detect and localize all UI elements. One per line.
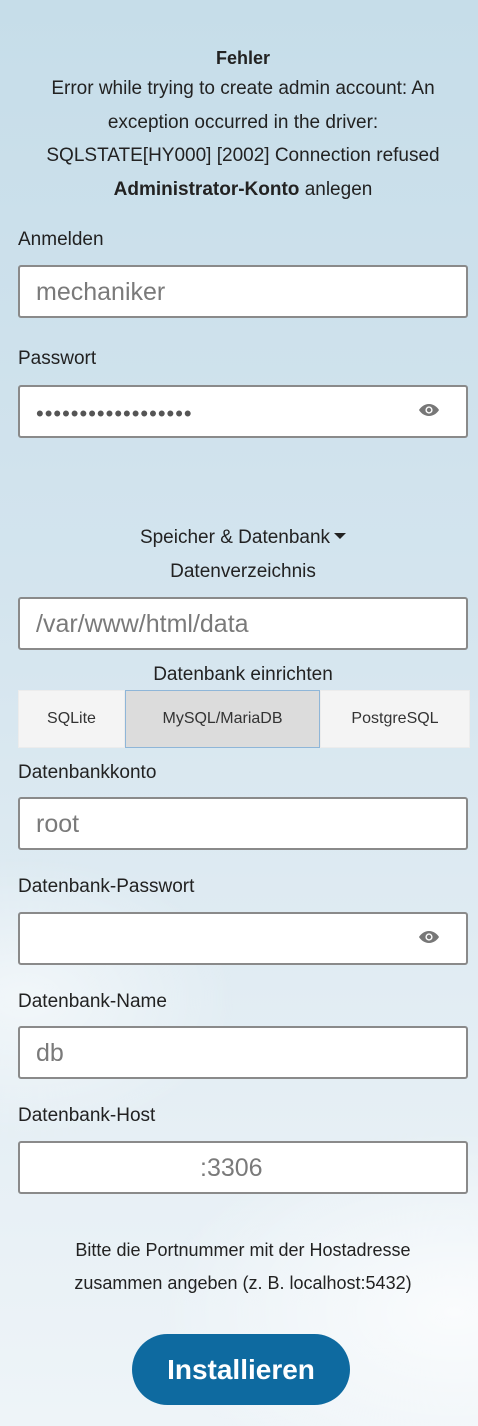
db-account-input[interactable]: root [18,797,468,850]
database-setup-label: Datenbank einrichten [153,664,333,685]
db-password-input[interactable] [18,912,468,965]
db-host-input[interactable]: :3306 [18,1141,468,1194]
eye-icon[interactable] [418,930,440,944]
storage-database-toggle[interactable]: Speicher & Datenbank [0,527,478,549]
setup-page: Fehler Error while trying to create admi… [0,0,478,1426]
db-name-input[interactable]: db [18,1026,468,1079]
db-host-hint-line-1: Bitte die Portnummer mit der Hostadresse [75,1240,411,1260]
data-directory-input-value: /var/www/html/data [36,610,249,638]
db-name-input-value: db [36,1039,64,1067]
error-text-line-3: SQLSTATE[HY000] [2002] Connection refuse… [46,145,440,166]
login-label: Anmelden [18,229,104,250]
create-admin-heading-bold: Administrator-Konto [113,178,300,200]
caret-down-icon [334,532,347,539]
password-label: Passwort [18,348,97,369]
login-input[interactable]: mechaniker [18,265,468,318]
error-text-line-1: Error while trying to create admin accou… [51,78,435,99]
db-host-input-value: :3306 [200,1154,263,1182]
db-name-label: Datenbank-Name [18,991,167,1012]
db-host-hint: Bitte die Portnummer mit der Hostadresse… [0,1234,478,1300]
password-input[interactable]: •••••••••••••••••• [18,385,468,438]
install-button[interactable]: Installieren [132,1334,350,1405]
create-admin-heading-rest: anlegen [299,178,373,200]
db-host-hint-line-2: zusammen angeben (z. B. localhost:5432) [74,1273,412,1293]
db-tab-mysql-mariadb[interactable]: MySQL/MariaDB [125,690,320,748]
error-text-line-2: exception occurred in the driver: [107,111,379,133]
database-type-selector: SQLite MySQL/MariaDB PostgreSQL [18,690,470,748]
db-host-label: Datenbank-Host [18,1105,156,1126]
create-admin-heading: Administrator-Konto anlegen [0,173,478,207]
error-message-box: Fehler Error while trying to create admi… [0,44,478,206]
db-account-input-value: root [36,810,80,838]
login-input-value: mechaniker [36,278,166,306]
password-input-value: •••••••••••••••••• [36,401,193,426]
data-directory-label: Datenverzeichnis [170,561,316,582]
storage-database-toggle-label: Speicher & Datenbank [139,527,331,548]
db-password-label: Datenbank-Passwort [18,876,195,897]
db-tab-sqlite[interactable]: SQLite [18,690,125,748]
error-title: Fehler [215,48,271,68]
db-tab-postgresql[interactable]: PostgreSQL [320,690,470,748]
data-directory-input[interactable]: /var/www/html/data [18,597,468,650]
db-account-label: Datenbankkonto [18,762,157,783]
eye-icon[interactable] [418,403,440,417]
